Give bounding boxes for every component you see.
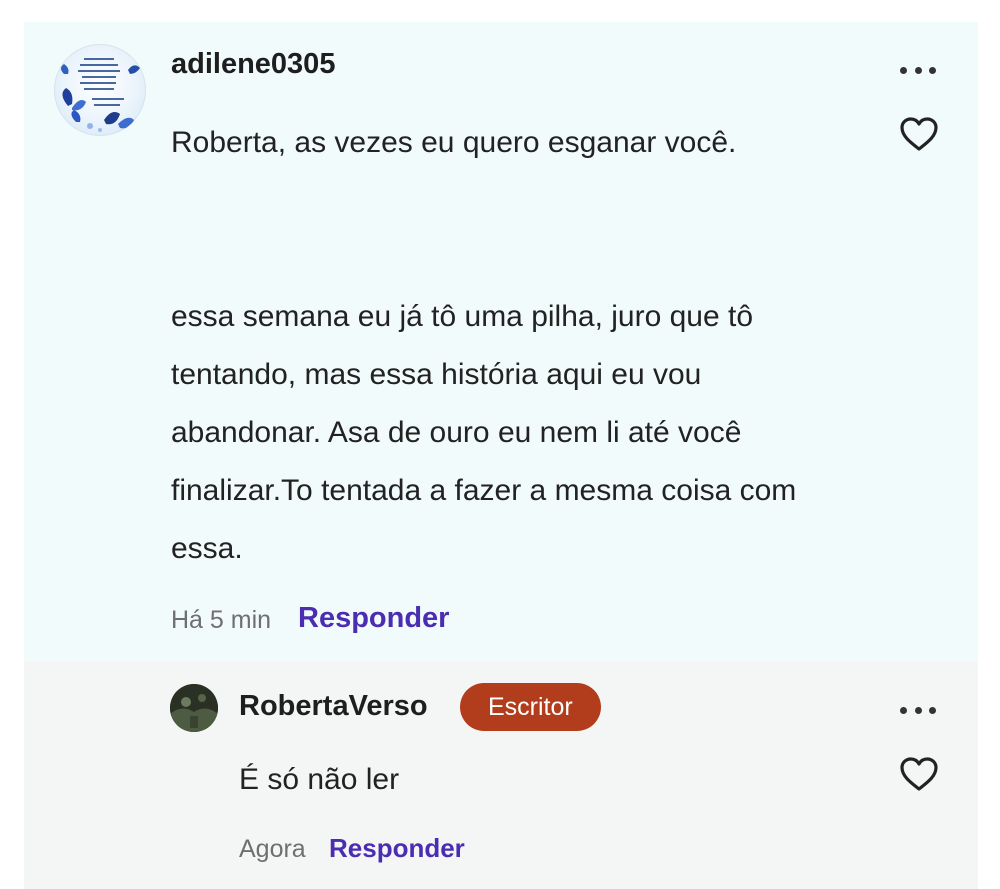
reply-card: RobertaVerso Escritor É só não ler Agora…: [24, 662, 978, 889]
comment-timestamp: Há 5 min: [171, 606, 272, 634]
heart-icon[interactable]: [898, 755, 940, 793]
reply-timestamp: Agora: [239, 835, 306, 863]
comment-username[interactable]: adilene0305: [171, 48, 335, 81]
reply-username[interactable]: RobertaVerso: [239, 690, 428, 723]
reply-button[interactable]: Responder: [298, 602, 449, 635]
comment-card: adilene0305 Roberta, as vezes eu quero e…: [24, 22, 978, 662]
comment-text: Roberta, as vezes eu quero esganar você.…: [171, 126, 797, 565]
writer-badge: Escritor: [460, 683, 601, 731]
writer-avatar-image: [170, 684, 218, 732]
writer-avatar[interactable]: [170, 684, 218, 732]
heart-icon[interactable]: [898, 115, 940, 153]
more-options-icon[interactable]: [896, 698, 940, 722]
reply-text: É só não ler: [239, 763, 400, 796]
butterfly-avatar-image: [61, 58, 140, 132]
user-avatar[interactable]: [54, 44, 146, 136]
more-options-icon[interactable]: [896, 58, 940, 82]
reply-to-reply-button[interactable]: Responder: [329, 833, 465, 864]
